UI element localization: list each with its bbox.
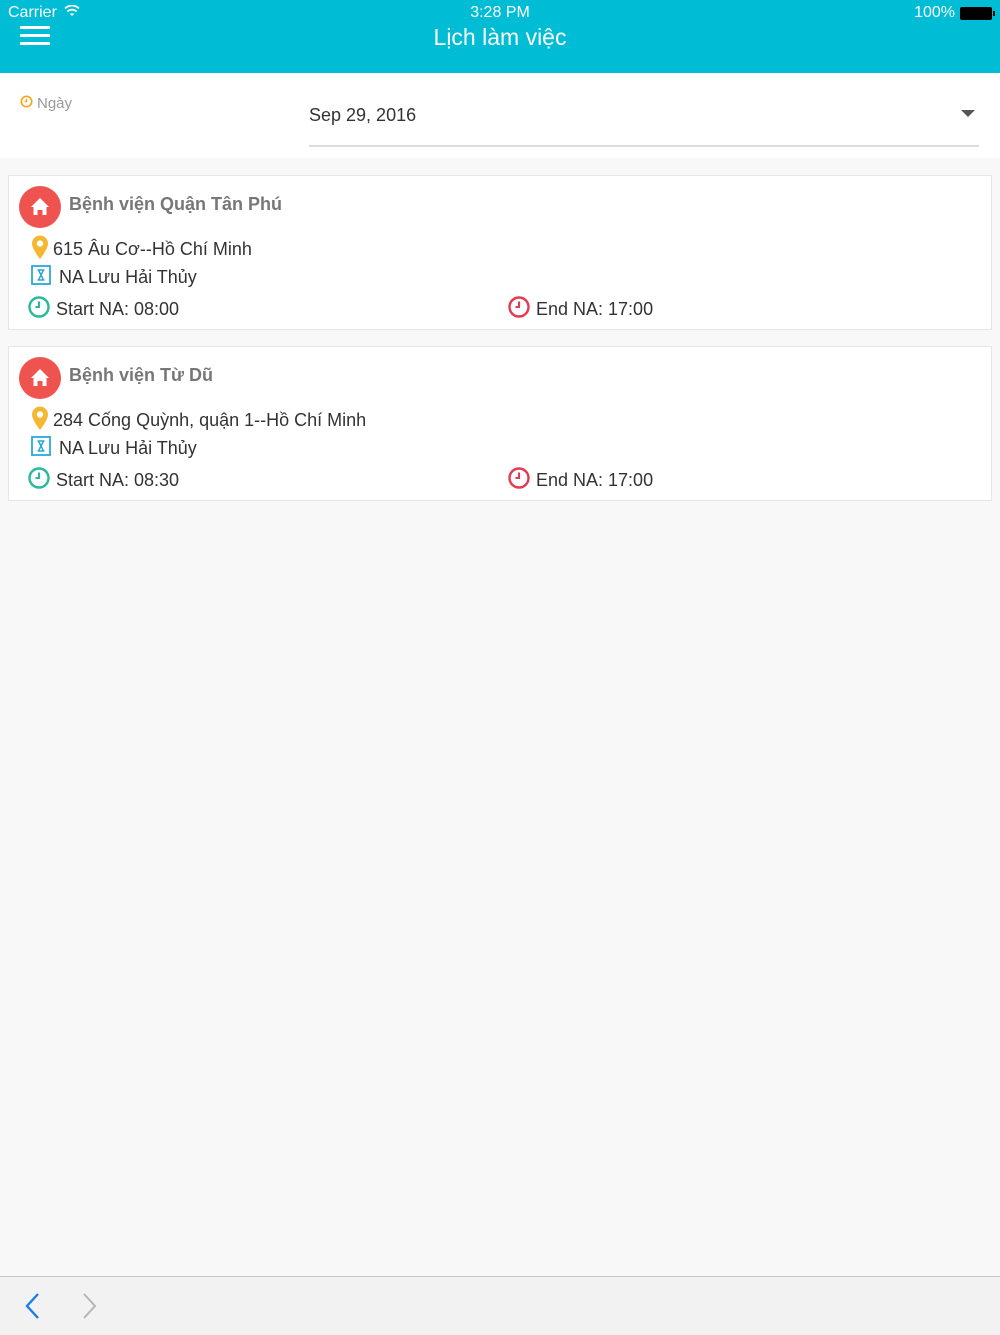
start-clock-icon xyxy=(27,466,51,495)
back-chevron-icon[interactable] xyxy=(22,1291,44,1326)
map-pin-icon xyxy=(29,234,51,265)
page-title: Lịch làm việc xyxy=(433,24,567,50)
end-time-row: End NA: 17:00 xyxy=(507,295,653,324)
start-time: Start NA: 08:30 xyxy=(56,470,180,490)
end-time-row: End NA: 17:00 xyxy=(507,466,653,495)
person-icon xyxy=(31,436,51,461)
home-icon xyxy=(19,357,61,399)
date-label: Ngày xyxy=(20,95,72,112)
chevron-down-icon xyxy=(961,110,975,117)
person-name: NA Lưu Hải Thủy xyxy=(59,438,197,458)
end-time: End NA: 17:00 xyxy=(536,299,654,319)
forward-chevron-icon[interactable] xyxy=(78,1291,100,1326)
person-row: NA Lưu Hải Thủy xyxy=(31,265,197,290)
address-text: 284 Cống Quỳnh, quận 1--Hồ Chí Minh xyxy=(53,410,367,430)
date-value: Sep 29, 2016 xyxy=(309,105,417,125)
schedule-card[interactable]: Bệnh viện Từ Dũ 284 Cống Quỳnh, quận 1--… xyxy=(8,346,992,501)
hospital-name: Bệnh viện Từ Dũ xyxy=(69,365,214,385)
bottom-nav-bar xyxy=(0,1276,1000,1335)
person-row: NA Lưu Hải Thủy xyxy=(31,436,197,461)
end-clock-icon xyxy=(507,295,531,324)
start-clock-icon xyxy=(27,295,51,324)
person-name: NA Lưu Hải Thủy xyxy=(59,267,197,287)
address-row: 615 Âu Cơ--Hồ Chí Minh xyxy=(29,234,252,265)
person-icon xyxy=(31,265,51,290)
schedule-card[interactable]: Bệnh viện Quận Tân Phú 615 Âu Cơ--Hồ Chí… xyxy=(8,175,992,330)
address-row: 284 Cống Quỳnh, quận 1--Hồ Chí Minh xyxy=(29,405,366,436)
date-label-text: Ngày xyxy=(37,95,73,112)
end-clock-icon xyxy=(507,466,531,495)
map-pin-icon xyxy=(29,405,51,436)
address-text: 615 Âu Cơ--Hồ Chí Minh xyxy=(53,239,252,259)
start-time: Start NA: 08:00 xyxy=(56,299,180,319)
date-select[interactable]: Sep 29, 2016 xyxy=(309,93,979,147)
status-time: 3:28 PM xyxy=(470,4,530,21)
home-icon xyxy=(19,186,61,228)
start-time-row: Start NA: 08:30 xyxy=(27,466,179,495)
hospital-name: Bệnh viện Quận Tân Phú xyxy=(69,194,283,214)
date-filter-panel: Ngày Sep 29, 2016 xyxy=(0,73,1000,158)
app-header: Carrier 3:28 PM 100% Lịch làm việc xyxy=(0,0,1000,73)
clock-icon xyxy=(20,95,33,112)
start-time-row: Start NA: 08:00 xyxy=(27,295,179,324)
battery-icon xyxy=(960,7,995,20)
battery-percent: 100% xyxy=(914,4,955,21)
end-time: End NA: 17:00 xyxy=(536,470,654,490)
